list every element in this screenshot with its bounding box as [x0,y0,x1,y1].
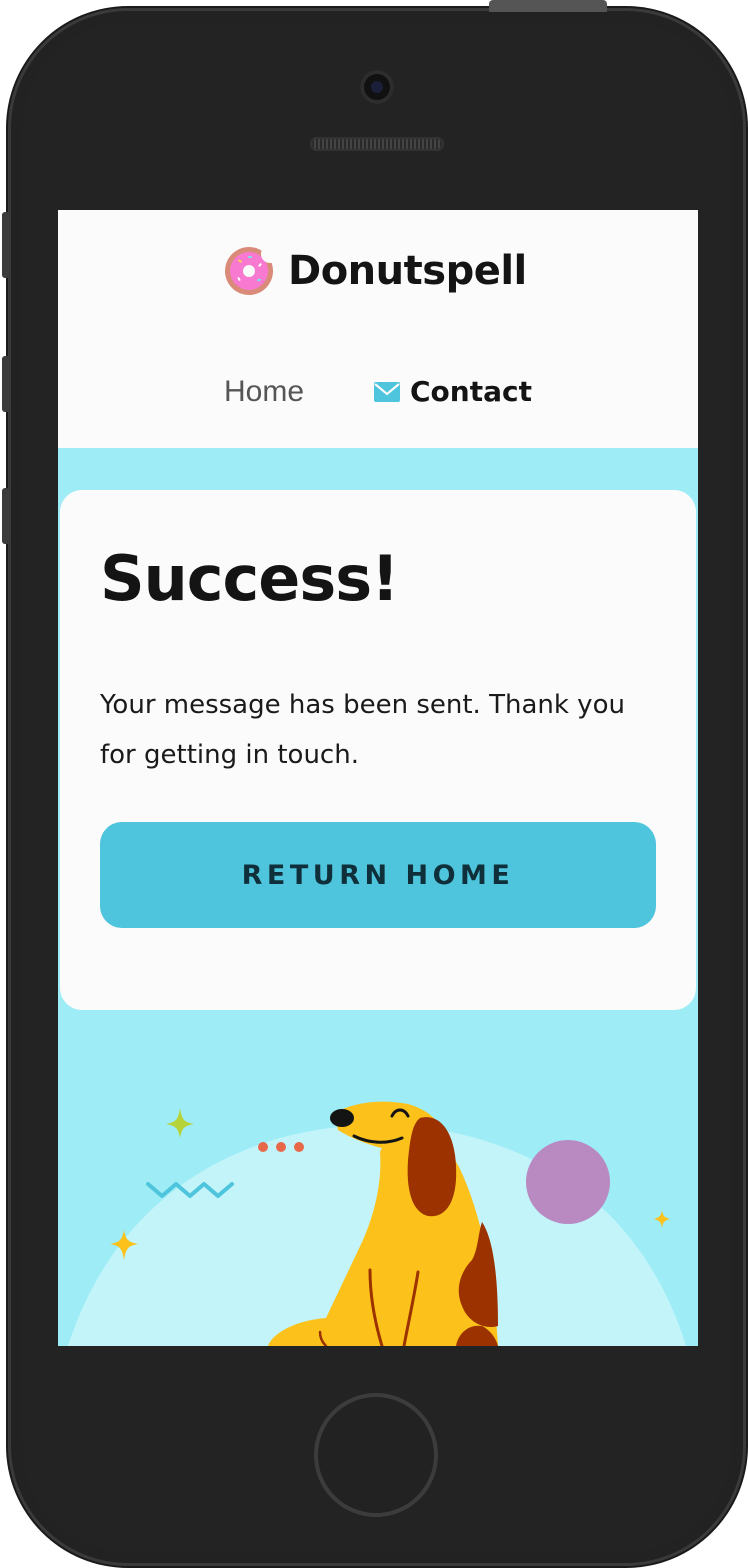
earpiece-speaker [310,137,444,151]
front-camera [360,70,394,104]
nav-contact-label: Contact [410,375,532,408]
mute-switch [2,212,10,278]
volume-up-button [2,356,10,412]
nav-item-contact[interactable]: Contact [374,370,532,414]
envelope-icon [374,382,400,402]
main-nav: Home Contact [58,370,698,414]
sparkle-green-icon [166,1108,194,1138]
brand-name: Donutspell [288,248,527,294]
sparkle-small-icon [654,1210,670,1228]
home-button[interactable] [314,1393,438,1517]
donut-icon [225,246,274,295]
site-header: Donutspell Home Contact [58,210,698,448]
power-button [489,0,607,12]
success-message: Your message has been sent. Thank you fo… [100,690,625,770]
dot-shape [258,1142,268,1152]
dot-shape [294,1142,304,1152]
dog-nose-shape [330,1109,354,1127]
return-home-label: RETURN HOME [241,859,515,891]
return-home-button[interactable]: RETURN HOME [100,822,656,928]
page-title: Success! [100,542,399,615]
dot-shape [276,1142,286,1152]
success-card: Success! Your message has been sent. Tha… [60,490,696,1010]
planet-shape [526,1140,610,1224]
dog-illustration [68,1101,686,1346]
brand-logo[interactable]: Donutspell [224,246,527,296]
volume-down-button [2,488,10,544]
nav-item-home[interactable]: Home [224,370,304,414]
screen: Donutspell Home Contact Success! Your me… [58,210,698,1346]
